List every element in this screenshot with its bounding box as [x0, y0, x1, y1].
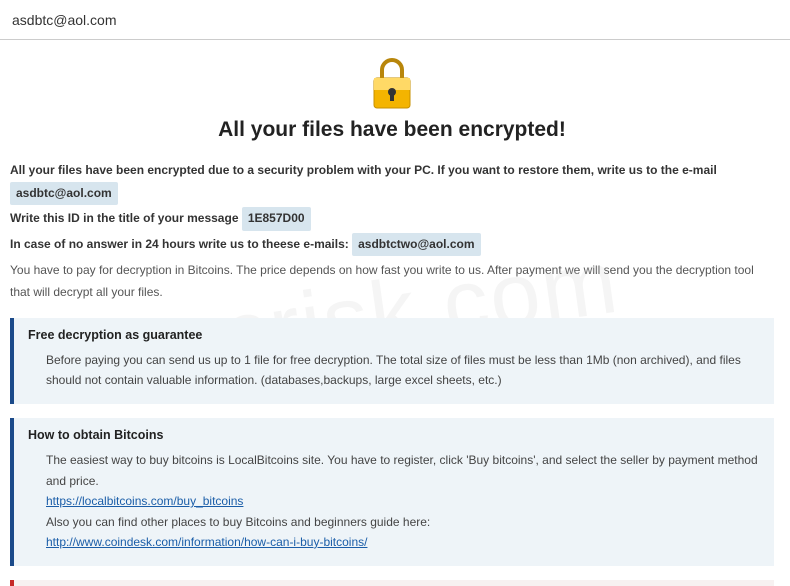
- section-obtain-bitcoins: How to obtain Bitcoins The easiest way t…: [10, 418, 774, 566]
- page-title: All your files have been encrypted!: [10, 118, 774, 142]
- intro-line1: All your files have been encrypted due t…: [10, 163, 717, 177]
- obtain-title: How to obtain Bitcoins: [28, 428, 760, 442]
- free-decrypt-title: Free decryption as guarantee: [28, 328, 760, 342]
- intro-line3: In case of no answer in 24 hours write u…: [10, 237, 352, 251]
- intro-block: All your files have been encrypted due t…: [10, 160, 774, 304]
- section-free-decryption: Free decryption as guarantee Before payi…: [10, 318, 774, 405]
- content-area[interactable]: pcrisk.com All your files have been encr…: [0, 40, 790, 586]
- window-titlebar: asdbtc@aol.com: [0, 0, 790, 40]
- id-pill: 1E857D00: [242, 207, 311, 231]
- email-pill-primary: asdbtc@aol.com: [10, 182, 118, 206]
- obtain-link2[interactable]: http://www.coindesk.com/information/how-…: [46, 535, 367, 549]
- obtain-link1[interactable]: https://localbitcoins.com/buy_bitcoins: [46, 494, 243, 508]
- intro-note: You have to pay for decryption in Bitcoi…: [10, 260, 774, 303]
- email-pill-secondary: asdbtctwo@aol.com: [352, 233, 480, 257]
- lock-icon: [368, 56, 416, 112]
- free-decrypt-body: Before paying you can send us up to 1 fi…: [28, 350, 760, 391]
- window-title: asdbtc@aol.com: [12, 12, 116, 28]
- section-attention: Attention! Do not rename encrypted files…: [10, 580, 774, 586]
- obtain-line2: Also you can find other places to buy Bi…: [46, 512, 760, 532]
- obtain-line1: The easiest way to buy bitcoins is Local…: [46, 450, 760, 491]
- intro-line2: Write this ID in the title of your messa…: [10, 211, 242, 225]
